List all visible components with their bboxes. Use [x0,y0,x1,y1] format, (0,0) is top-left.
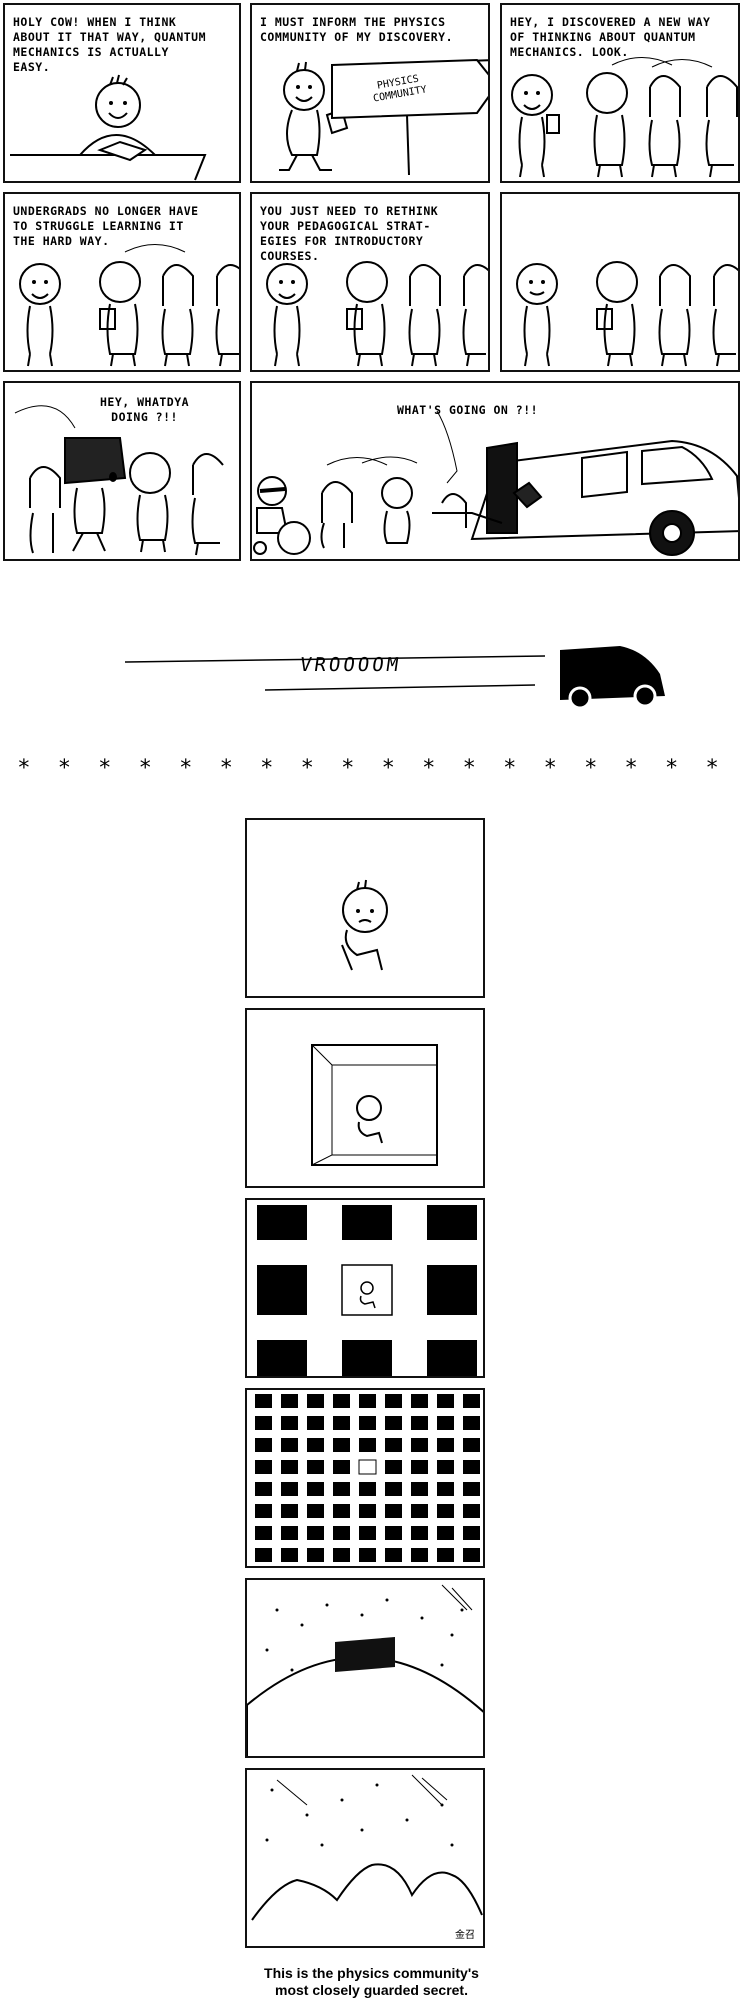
panel-5: YOU JUST NEED TO RETHINK YOUR PEDAGOGICA… [250,192,490,372]
panel-8: WHAT'S GOING ON ?!! [250,381,740,561]
panel-7-art [14,405,224,556]
panel-5-art [266,261,488,367]
panel-3: HEY, I DISCOVERED A NEW WAY OF THINKING … [500,3,740,183]
panel-z1-art [341,879,388,971]
panel-z2 [245,1008,485,1188]
vroom-text: VROOOOM [298,654,403,676]
panel-6 [500,192,740,372]
panel-z4 [245,1388,485,1568]
panel-1: HOLY COW! WHEN I THINK ABOUT IT THAT WAY… [3,3,241,183]
panel-z3-art [257,1205,477,1376]
panel-1-art [10,74,207,181]
panel-z5 [245,1578,485,1758]
panel-2: I MUST INFORM THE PHYSICS COMMUNITY OF M… [250,3,490,183]
panel-6-art [516,261,738,367]
artist-signature: 金召 [455,1928,475,1941]
panel-7: HEY, WHATDYA DOING ?!! [3,381,241,561]
panel-2-art [279,58,488,176]
panel-z4-art [255,1394,480,1562]
panel-z5-art [247,1584,483,1756]
panel-4-art [19,244,239,367]
panel-z1 [245,818,485,998]
panel-4: UNDERGRADS NO LONGER HAVE TO STRUGGLE LE… [3,192,241,372]
panel-z2-art [311,1044,438,1166]
separator: * * * * * * * * * * * * * * * * * * [17,756,726,781]
panel-z3 [245,1198,485,1378]
footer-caption: This is the physics community's most clo… [264,1965,479,1998]
panel-z6: 金召 [245,1768,485,1948]
panel-3-art [511,57,738,178]
panel-8-art [253,410,738,556]
panel-z6-art: 金召 [251,1774,483,1941]
